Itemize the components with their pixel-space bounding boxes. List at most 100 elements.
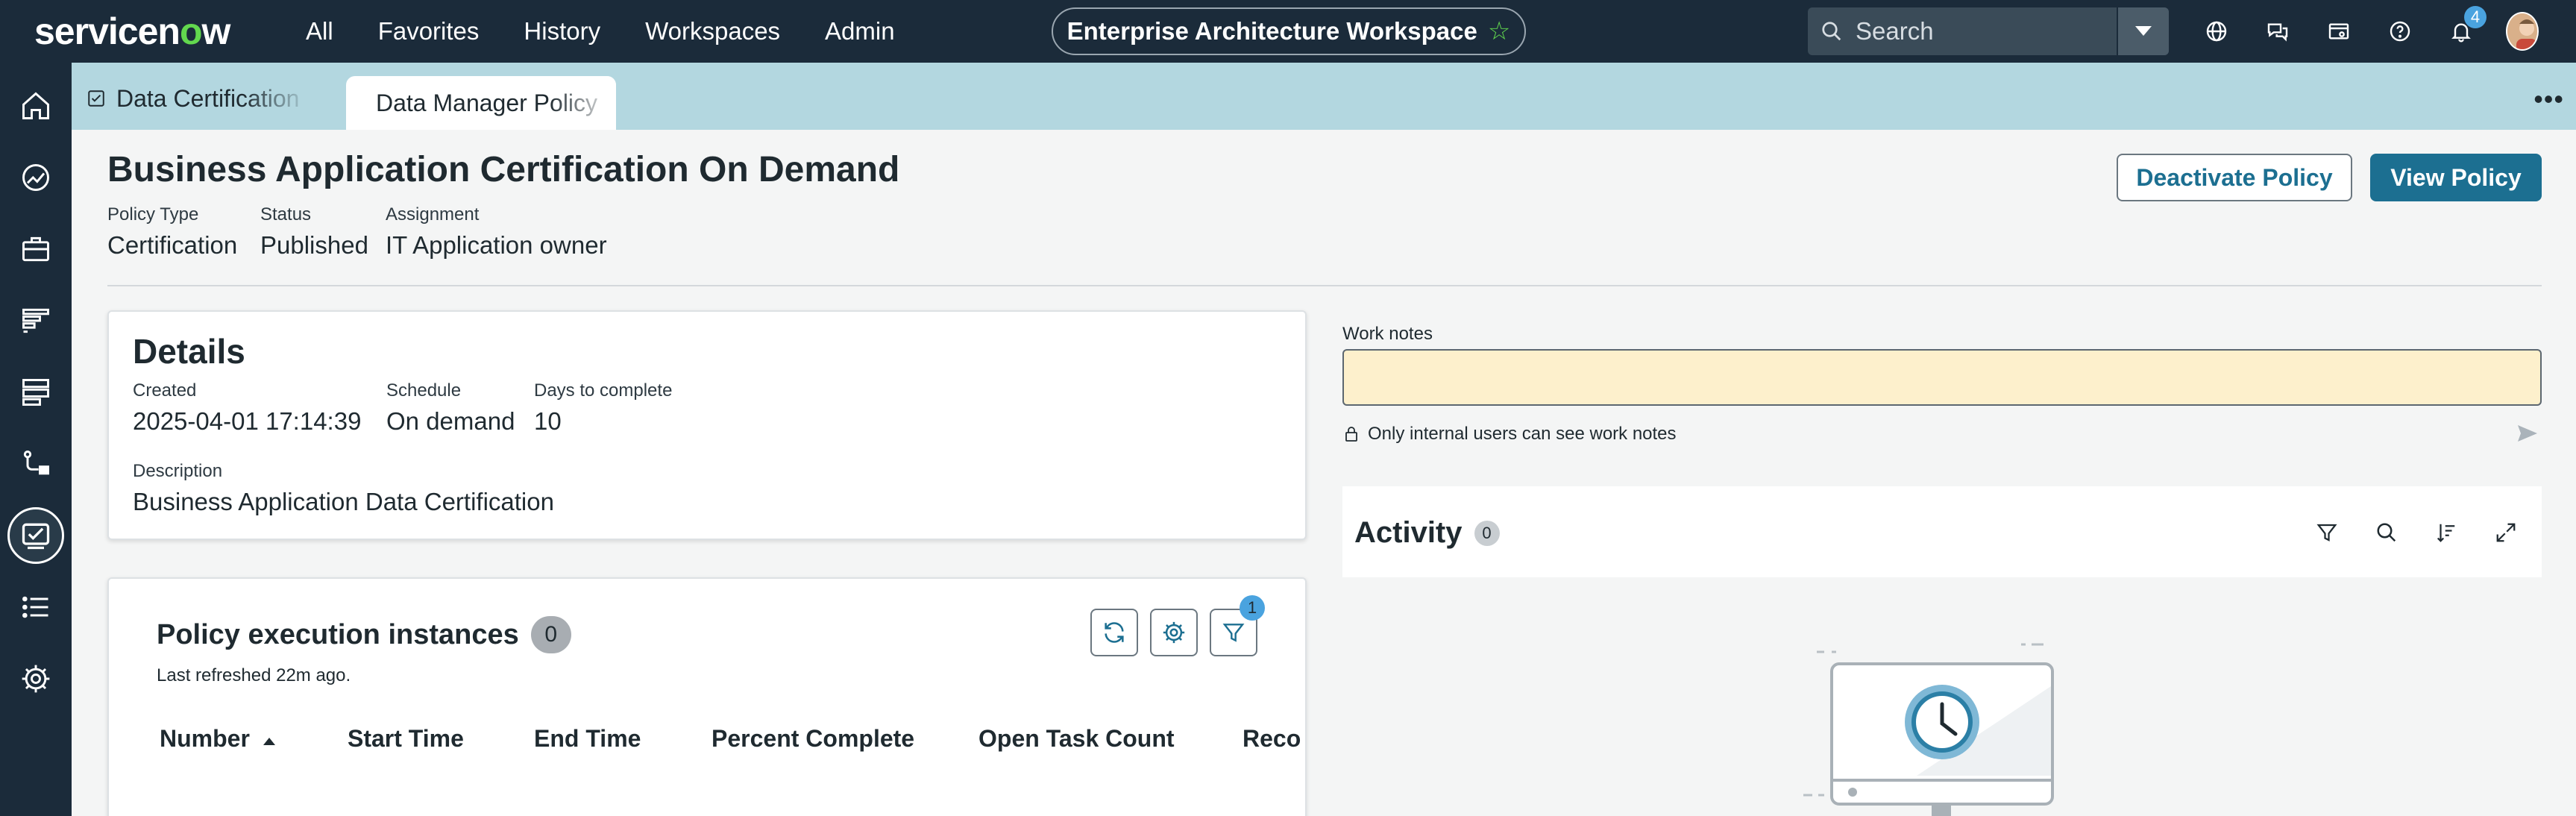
column-number[interactable]: Number xyxy=(160,725,276,753)
details-card: Details Created 2025-04-01 17:14:39 Sche… xyxy=(107,310,1307,540)
star-icon[interactable]: ☆ xyxy=(1488,16,1510,46)
created-field: Created 2025-04-01 17:14:39 xyxy=(133,380,361,436)
column-end-time[interactable]: End Time xyxy=(534,725,641,753)
deactivate-policy-button[interactable]: Deactivate Policy xyxy=(2117,154,2352,201)
work-notes-hint: Only internal users can see work notes xyxy=(1344,424,1677,445)
refresh-button[interactable] xyxy=(1090,609,1138,656)
activity-sort-icon[interactable] xyxy=(2431,518,2461,547)
status-field: Status Published xyxy=(260,204,368,260)
bell-icon[interactable]: 4 xyxy=(2445,6,2487,48)
activity-title: Activity xyxy=(1354,516,1463,549)
policy-execution-title: Policy execution instances 0 xyxy=(157,616,571,653)
notification-badge: 4 xyxy=(2464,6,2487,28)
description-field: Description Business Application Data Ce… xyxy=(133,461,554,516)
policy-execution-card: Policy execution instances 0 Last refres… xyxy=(107,577,1307,816)
gear-icon[interactable] xyxy=(15,658,57,700)
column-start-time[interactable]: Start Time xyxy=(348,725,464,753)
column-open-task-count[interactable]: Open Task Count xyxy=(978,725,1175,753)
certification-icon[interactable] xyxy=(7,507,64,564)
left-rail xyxy=(0,63,72,816)
details-title: Details xyxy=(133,332,245,371)
description-value: Business Application Data Certification xyxy=(133,488,554,515)
last-refreshed-text: Last refreshed 22m ago. xyxy=(157,665,351,685)
settings-button[interactable] xyxy=(1150,609,1198,656)
work-notes-input[interactable] xyxy=(1342,349,2542,406)
empty-activity-illustration xyxy=(1797,641,2066,816)
chat-icon[interactable] xyxy=(2261,15,2294,48)
home-icon[interactable] xyxy=(15,85,57,127)
work-notes-label: Work notes xyxy=(1342,324,1433,344)
search-scope-dropdown[interactable] xyxy=(2117,7,2169,55)
search-icon xyxy=(1808,20,1856,43)
created-value: 2025-04-01 17:14:39 xyxy=(133,407,362,435)
servicenow-logo[interactable]: servicen o w xyxy=(34,9,230,54)
page-title: Business Application Certification On De… xyxy=(107,150,900,189)
chart-list-icon[interactable] xyxy=(15,300,57,342)
filter-button[interactable]: 1 xyxy=(1210,595,1265,656)
activity-filter-icon[interactable] xyxy=(2312,518,2342,547)
tab-bar: Data Certification Data Manager Policy •… xyxy=(72,63,2576,130)
filter-count-badge: 1 xyxy=(1240,595,1265,621)
schedule-value: On demand xyxy=(386,407,515,435)
column-percent-complete[interactable]: Percent Complete xyxy=(711,725,914,753)
menu-admin[interactable]: Admin xyxy=(825,17,895,45)
tab-data-certification[interactable]: Data Certification xyxy=(87,76,310,121)
column-reco[interactable]: Reco xyxy=(1243,725,1301,753)
filter-icon xyxy=(1222,624,1245,642)
schedule-field: Schedule On demand xyxy=(386,380,515,436)
created-label: Created xyxy=(133,380,197,401)
menu-workspaces[interactable]: Workspaces xyxy=(645,17,780,45)
status-value: Published xyxy=(260,231,368,259)
send-icon[interactable] xyxy=(2518,424,2537,447)
status-label: Status xyxy=(260,204,312,225)
description-label: Description xyxy=(133,461,223,481)
database-icon[interactable] xyxy=(15,371,57,413)
dashboard-icon[interactable] xyxy=(15,157,57,198)
chevron-down-icon xyxy=(2135,26,2152,36)
help-icon[interactable] xyxy=(2384,15,2416,48)
menu-all[interactable]: All xyxy=(306,17,333,45)
activity-count-badge: 0 xyxy=(1474,520,1500,546)
days-label: Days to complete xyxy=(534,380,673,401)
activity-expand-icon[interactable] xyxy=(2491,518,2521,547)
top-navigation: servicen o w All Favorites History Workspa… xyxy=(0,0,2576,63)
main-menu: All Favorites History Workspaces Admin xyxy=(306,0,895,63)
top-icon-bar: 4 xyxy=(2200,0,2539,63)
menu-history[interactable]: History xyxy=(524,17,600,45)
column-clip: Reco xyxy=(1243,713,1302,758)
days-to-complete-field: Days to complete 10 xyxy=(534,380,672,436)
policy-type-field: Policy Type Certification xyxy=(107,204,237,260)
globe-icon[interactable] xyxy=(2200,15,2233,48)
tab-data-manager-policy[interactable]: Data Manager Policy xyxy=(346,76,616,130)
card-icon[interactable] xyxy=(2322,15,2355,48)
policy-type-value: Certification xyxy=(107,231,238,259)
certification-tab-icon xyxy=(88,90,104,107)
sort-ascending-icon xyxy=(263,738,275,745)
more-tabs-icon[interactable]: ••• xyxy=(2533,84,2564,115)
avatar[interactable] xyxy=(2506,12,2539,51)
activity-panel: Activity 0 xyxy=(1342,486,2542,577)
workflow-icon[interactable] xyxy=(15,443,57,485)
gear-icon xyxy=(1163,621,1185,644)
list-icon[interactable] xyxy=(15,586,57,628)
work-notes-hint-text: Only internal users can see work notes xyxy=(1368,424,1677,444)
workspace-name: Enterprise Architecture Workspace xyxy=(1066,17,1477,45)
user-avatar-image xyxy=(2506,12,2539,51)
assignment-value: IT Application owner xyxy=(386,231,607,259)
global-search[interactable]: Search xyxy=(1808,7,2169,55)
menu-favorites[interactable]: Favorites xyxy=(378,17,480,45)
policy-execution-heading: Policy execution instances xyxy=(157,618,519,650)
workspace-pill[interactable]: Enterprise Architecture Workspace ☆ xyxy=(1052,7,1526,55)
header-divider xyxy=(107,285,2542,286)
activity-search-icon[interactable] xyxy=(2372,518,2401,547)
assignment-label: Assignment xyxy=(386,204,480,225)
search-input[interactable]: Search xyxy=(1856,17,2117,45)
activity-header: Activity 0 xyxy=(1354,516,1500,550)
schedule-label: Schedule xyxy=(386,380,462,401)
execution-count-badge: 0 xyxy=(530,616,571,653)
view-policy-button[interactable]: View Policy xyxy=(2370,154,2542,201)
refresh-icon xyxy=(1105,622,1124,643)
assignment-field: Assignment IT Application owner xyxy=(386,204,607,260)
briefcase-icon[interactable] xyxy=(15,228,57,270)
policy-type-label: Policy Type xyxy=(107,204,199,225)
